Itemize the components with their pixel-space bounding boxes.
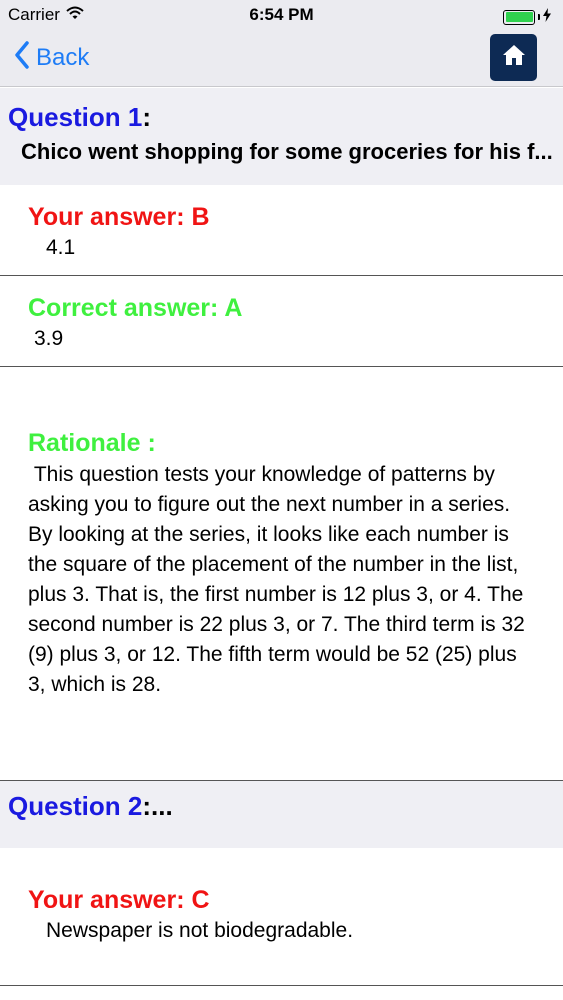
navigation-bar: Back [0, 30, 563, 87]
rationale-label: Rationale : [28, 429, 156, 457]
question-2-header[interactable]: Question 2:... [0, 780, 563, 848]
question-2-your-answer-text: Newspaper is not biodegradable. [46, 919, 354, 942]
status-time: 6:54 PM [249, 5, 314, 24]
back-button[interactable]: Back [14, 40, 90, 76]
correct-answer-block: Correct answer: A 3.9 [0, 276, 563, 367]
home-icon [502, 43, 526, 72]
question-1-title: Question 1: [8, 102, 152, 132]
your-answer-label: Your answer: B [28, 203, 210, 231]
your-answer-block: Your answer: B 4.1 [0, 185, 563, 276]
question-2-title: Question 2:... [8, 791, 173, 821]
status-right [503, 7, 551, 27]
chevron-left-icon [14, 40, 30, 76]
question-1-header[interactable]: Question 1: Chico went shopping for some… [0, 88, 563, 185]
your-answer-text: 4.1 [46, 236, 76, 259]
correct-answer-label: Correct answer: A [28, 294, 243, 322]
home-button[interactable] [490, 34, 537, 81]
battery-tip [538, 14, 540, 20]
question-1-text: Chico went shopping for some groceries f… [21, 139, 553, 164]
battery-fill [505, 12, 533, 22]
charging-icon [543, 7, 551, 27]
back-label: Back [36, 44, 90, 71]
results-content[interactable]: Question 1: Chico went shopping for some… [0, 88, 563, 986]
rationale-block: Rationale : This question tests your kno… [0, 367, 563, 780]
correct-answer-text: 3.9 [34, 327, 64, 350]
battery-icon [503, 9, 535, 25]
rationale-text: This question tests your knowledge of pa… [28, 463, 531, 696]
question-2-your-answer-label: Your answer: C [28, 886, 210, 914]
question-2-your-answer-block: Your answer: C Newspaper is not biodegra… [0, 848, 563, 986]
status-bar: Carrier 6:54 PM [0, 0, 563, 30]
